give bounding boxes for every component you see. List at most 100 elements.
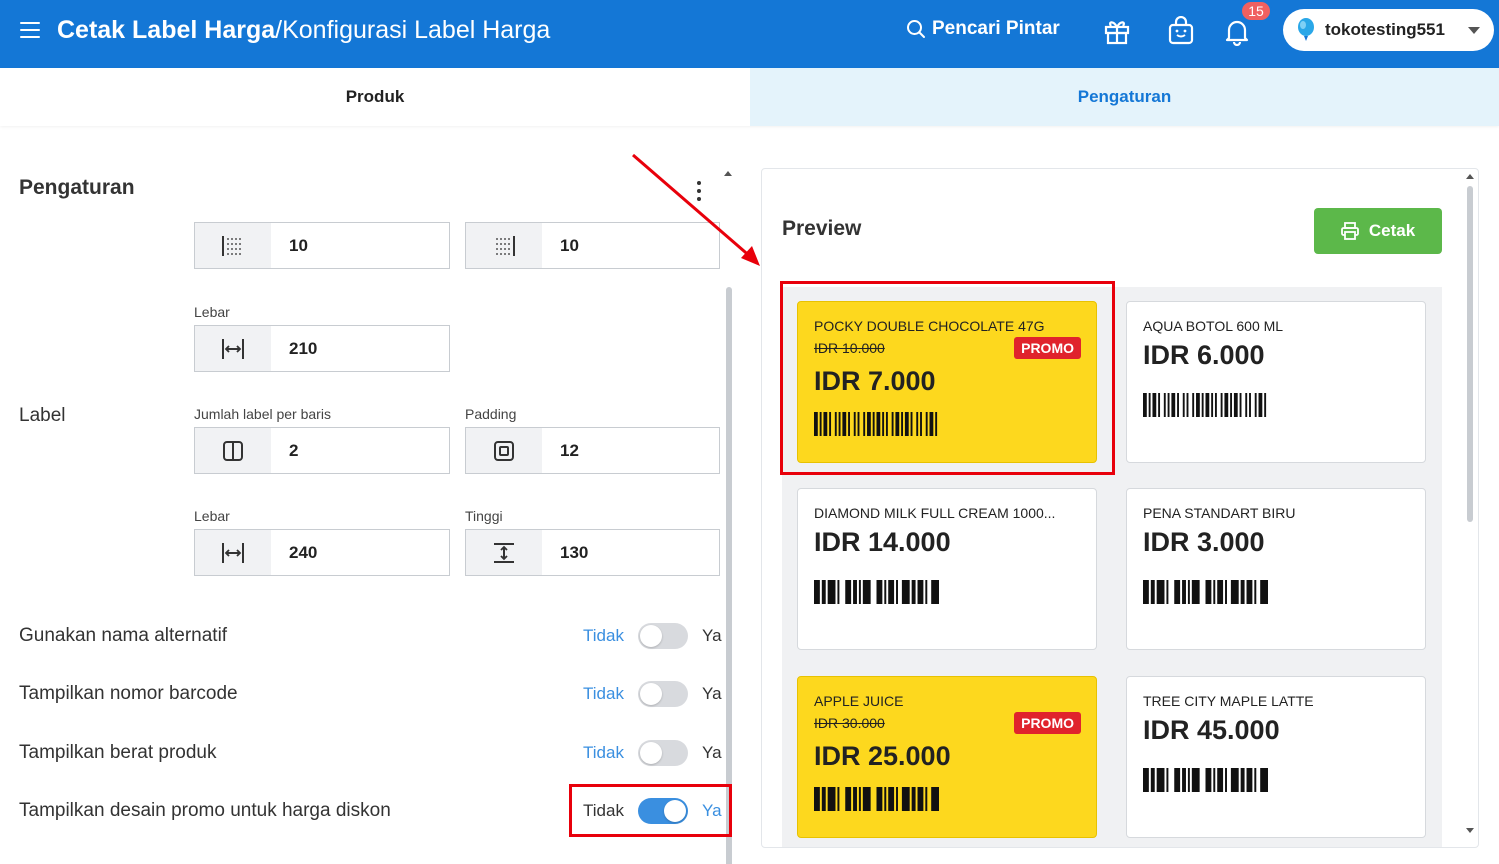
chevron-down-icon <box>1468 27 1480 34</box>
barcode-bar <box>1174 580 1181 604</box>
barcode-bar <box>1150 580 1155 604</box>
tab-pengaturan[interactable]: Pengaturan <box>750 68 1499 126</box>
barcode-bar <box>1213 580 1216 604</box>
price-label-card: APPLE JUICE IDR 30.000 PROMO IDR 25.000 <box>797 676 1097 838</box>
barcode-bar <box>1182 768 1186 792</box>
padding-field[interactable]: 12 <box>465 427 720 474</box>
toggle-row-alt-name: Gunakan nama alternatif Tidak Ya <box>19 623 722 653</box>
barcode-bar <box>896 787 898 811</box>
barcode-number-toggle[interactable] <box>638 681 688 707</box>
margin-right-field[interactable]: 10 <box>465 222 720 269</box>
promo-badge: PROMO <box>1014 712 1081 734</box>
page-width-label: Lebar <box>194 304 230 320</box>
barcode <box>814 412 938 436</box>
margin-right-value: 10 <box>560 235 579 255</box>
barcode-bar <box>858 787 861 811</box>
search-icon <box>907 20 925 38</box>
barcode-bar <box>917 580 924 604</box>
barcode-bar <box>1214 393 1217 417</box>
preview-title: Preview <box>782 217 862 240</box>
barcode-bar <box>1156 580 1165 604</box>
label-width-field[interactable]: 240 <box>194 529 450 576</box>
barcode-bar <box>1166 580 1169 604</box>
padding-value: 12 <box>560 440 579 460</box>
barcode-bar <box>1211 393 1214 417</box>
product-weight-toggle[interactable] <box>638 740 688 766</box>
print-button[interactable]: Cetak <box>1314 208 1442 254</box>
shopping-bag-icon[interactable] <box>1166 16 1196 46</box>
product-name: TREE CITY MAPLE LATTE <box>1143 693 1314 709</box>
toggle-row-barcode-number: Tampilkan nomor barcode Tidak Ya <box>19 681 722 711</box>
barcode-bar <box>1240 580 1245 604</box>
barcode-bar <box>829 412 832 436</box>
width-icon <box>195 530 271 575</box>
barcode-bar <box>1177 393 1179 417</box>
preview-panel: Preview Cetak POCKY DOUBLE CHOCOLATE 47G… <box>761 168 1479 848</box>
barcode-bar <box>920 412 922 436</box>
page-width-field[interactable]: 210 <box>194 325 450 372</box>
toggle-on-text: Ya <box>702 801 722 820</box>
barcode <box>1143 580 1268 604</box>
product-price: IDR 7.000 <box>814 366 936 396</box>
barcode-bar <box>853 580 857 604</box>
barcode-bar <box>872 412 875 436</box>
menu-icon[interactable] <box>20 22 40 38</box>
barcode-bar <box>858 580 861 604</box>
barcode-bar <box>842 412 847 436</box>
settings-scrollbar[interactable] <box>723 167 733 864</box>
barcode-bar <box>916 412 919 436</box>
margin-left-field[interactable]: 10 <box>194 222 450 269</box>
preview-scrollbar[interactable] <box>1463 172 1477 842</box>
page-title-sub: Konfigurasi Label Harga <box>282 16 551 44</box>
barcode-bar <box>895 412 900 436</box>
barcode-bar <box>1224 393 1229 417</box>
barcode-bar <box>1220 393 1223 417</box>
smart-search-button[interactable]: Pencari Pintar <box>906 18 1060 40</box>
toggle-off-text: Tidak <box>583 684 624 703</box>
barcode-bar <box>1143 768 1149 792</box>
barcode <box>1143 393 1267 417</box>
old-price: IDR 30.000 <box>814 715 885 731</box>
barcode-bar <box>1260 580 1268 604</box>
barcode-bar <box>862 787 871 811</box>
barcode-bar <box>1258 393 1263 417</box>
barcode-bar <box>1192 393 1195 417</box>
barcode-bar <box>862 580 871 604</box>
barcode-bar <box>838 412 841 436</box>
barcode-bar <box>1213 768 1216 792</box>
product-name: AQUA BOTOL 600 ML <box>1143 318 1284 334</box>
barcode-bar <box>814 787 820 811</box>
per-row-field[interactable]: 2 <box>194 427 450 474</box>
barcode-bar <box>1260 768 1268 792</box>
tab-produk[interactable]: Produk <box>0 68 750 126</box>
barcode-bar <box>925 787 928 811</box>
barcode-bar <box>901 787 910 811</box>
toggle-label: Tampilkan berat produk <box>19 742 217 763</box>
barcode-bar <box>1246 768 1253 792</box>
alt-name-toggle[interactable] <box>638 623 688 649</box>
promo-design-toggle[interactable] <box>638 798 688 824</box>
product-name: PENA STANDART BIRU <box>1143 505 1296 521</box>
label-height-field[interactable]: 130 <box>465 529 720 576</box>
barcode-bar <box>1205 393 1210 417</box>
toggle-label: Tampilkan nomor barcode <box>19 683 238 704</box>
barcode-bar <box>1196 393 1200 417</box>
width-icon <box>195 326 271 371</box>
barcode-bar <box>1225 580 1227 604</box>
page-title: Cetak Label Harga/Konfigurasi Label Harg… <box>57 16 550 45</box>
toggle-row-promo-design: Tampilkan desain promo untuk harga disko… <box>19 798 722 828</box>
barcode-bar <box>821 787 826 811</box>
barcode-bar <box>834 412 837 436</box>
barcode-bar <box>1254 768 1257 792</box>
barcode-bar <box>884 787 887 811</box>
more-options-icon[interactable] <box>690 179 708 203</box>
gift-icon[interactable] <box>1102 16 1132 46</box>
settings-panel: Pengaturan 10 10 Lebar 210 Label Jumlah … <box>0 127 738 864</box>
barcode-bar <box>901 580 910 604</box>
store-selector[interactable]: tokotesting551 <box>1283 9 1494 51</box>
product-name: DIAMOND MILK FULL CREAM 1000... <box>814 505 1056 521</box>
barcode-bar <box>1186 393 1189 417</box>
balloon-icon <box>1298 18 1314 41</box>
barcode-bar <box>1254 580 1257 604</box>
columns-icon <box>195 428 271 473</box>
